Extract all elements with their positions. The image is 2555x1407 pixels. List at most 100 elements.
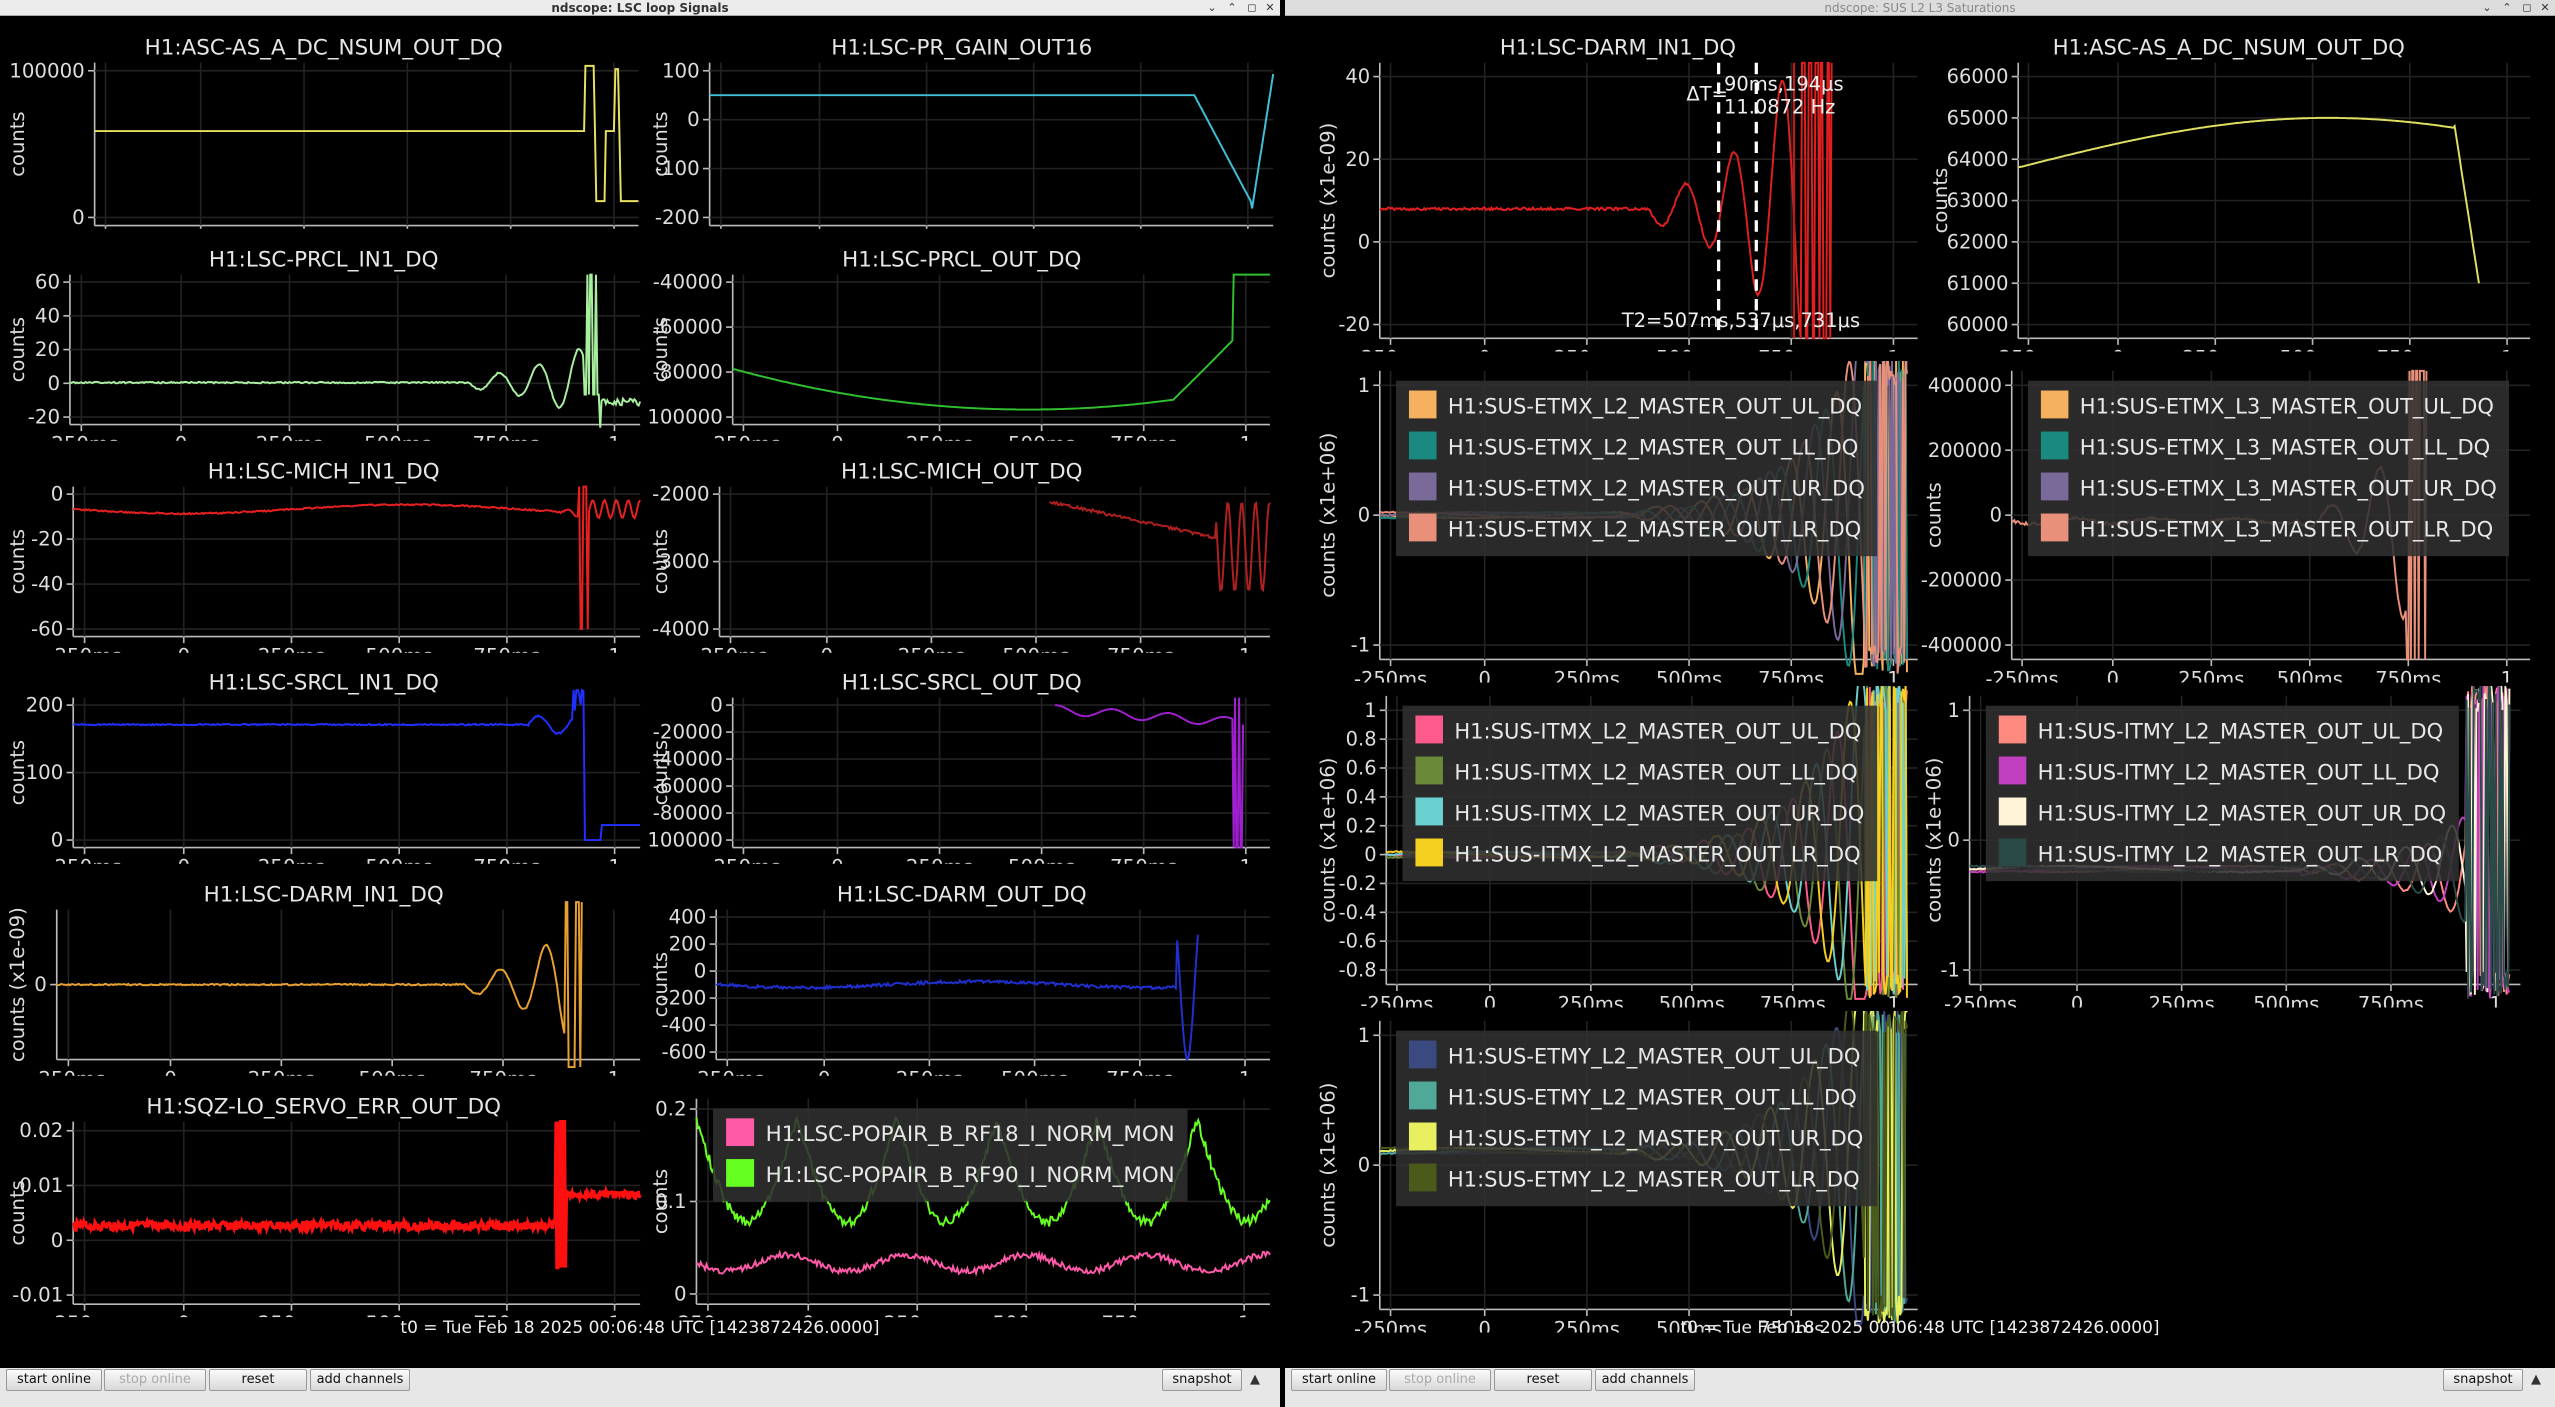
x-tick-label: 250ms [1554, 668, 1620, 683]
plot-panel[interactable]: -250ms 0 250ms 500ms 750ms 1 1 0 -1 counts (x1e+0… [1315, 1010, 1921, 1332]
plot-panel[interactable]: H1:SQZ-LO_SERVO_ERR_OUT_DQ-250ms0250ms50… [4, 1089, 643, 1317]
plot-panel[interactable]: H1:LSC-SRCL_IN1_DQ-250ms0250ms500ms750ms… [4, 665, 643, 864]
plot-svg[interactable]: -250ms0250ms500ms750ms11000000counts [4, 30, 643, 229]
start-online-button[interactable]: start online [1291, 1369, 1387, 1391]
trace-line [732, 273, 1270, 411]
ndscope-window-lsc: ndscope: LSC loop Signals ⌄ ⌃ ◻ ✕ H1:ASC… [0, 0, 1280, 1407]
maximize-up-icon[interactable]: ⌃ [1224, 0, 1240, 16]
expand-arrow-icon[interactable]: ▲ [1250, 1372, 1260, 1387]
maximize-up-icon[interactable]: ⌃ [2499, 0, 2515, 16]
plot-legend[interactable]: H1:SUS-ITMX_L2_MASTER_OUT_UL_DQ H1:SUS-IT… [1402, 705, 1878, 881]
legend-item[interactable]: H1:SUS-ETMX_L3_MASTER_OUT_LL_DQ [2040, 428, 2497, 469]
t0-label: t0 = Tue Feb 18 2025 00:06:48 UTC [14238… [1680, 1318, 2160, 1338]
x-tick-label: 250ms [1554, 346, 1620, 351]
plot-legend[interactable]: H1:SUS-ITMY_L2_MASTER_OUT_UL_DQ H1:SUS-IT… [1985, 705, 2459, 881]
plot-svg[interactable]: -250ms0250ms500ms750ms10counts (x1e-09) [4, 877, 643, 1076]
y-tick-label: 200 [668, 933, 706, 956]
restore-icon[interactable]: ◻ [1244, 0, 1260, 16]
plot-panel[interactable]: H1:LSC-DARM_IN1_DQ-250ms0250ms500ms750ms… [1315, 30, 1921, 351]
plot-panel[interactable]: -250ms 0 250ms 500ms 750ms 1 1 0 -1 counts (x1e+0… [1315, 361, 1921, 683]
close-icon[interactable]: ✕ [2537, 0, 2553, 16]
plot-svg[interactable]: -250ms 0 250ms 500ms 750ms 1 60 40 20 0 -20 counts [4, 242, 643, 441]
legend-item[interactable]: H1:SUS-ITMY_L2_MASTER_OUT_UL_DQ [1998, 712, 2446, 753]
legend-item[interactable]: H1:SUS-ITMX_L2_MASTER_OUT_LR_DQ [1415, 835, 1864, 876]
plot-panel[interactable]: H1:LSC-MICH_IN1_DQ-250ms0250ms500ms750ms… [4, 454, 643, 653]
y-tick-label: 0 [1358, 504, 1370, 527]
plot-panel[interactable]: H1:LSC-PRCL_IN1_DQ-250ms0250ms500ms750ms… [4, 242, 643, 441]
plot-panel[interactable]: -250ms0250ms500ms750ms10.20.10countsH1:L… [647, 1089, 1277, 1317]
y-axis-label: counts [648, 111, 671, 176]
restore-icon[interactable]: ◻ [2519, 0, 2535, 16]
legend-swatch [1408, 472, 1437, 501]
plot-panel[interactable]: H1:ASC-AS_A_DC_NSUM_OUT_DQ-250ms0250ms50… [4, 30, 643, 229]
legend-item[interactable]: H1:SUS-ETMX_L2_MASTER_OUT_LR_DQ [1408, 510, 1865, 551]
legend-item[interactable]: H1:SUS-ETMY_L2_MASTER_OUT_LR_DQ [1408, 1160, 1863, 1201]
minimize-icon[interactable]: ⌄ [1204, 0, 1220, 16]
minimize-icon[interactable]: ⌄ [2479, 0, 2495, 16]
plot-svg[interactable]: -250ms 0 250ms 500ms 750ms 1 0 -20 -40 -60 counts [4, 454, 643, 653]
reset-button[interactable]: reset [209, 1369, 307, 1391]
plot-svg[interactable]: -250ms0250ms500ms750ms10-20000-40000-600… [647, 665, 1277, 864]
stop-online-button[interactable]: stop online [104, 1369, 206, 1391]
plot-panel[interactable]: H1:LSC-MICH_OUT_DQ-250ms0250ms500ms750ms… [647, 454, 1277, 653]
legend-item[interactable]: H1:SUS-ETMY_L2_MASTER_OUT_UL_DQ [1408, 1037, 1863, 1078]
add-channels-button[interactable]: add channels [310, 1369, 410, 1391]
legend-swatch [1415, 838, 1443, 867]
legend-item[interactable]: H1:SUS-ETMY_L2_MASTER_OUT_UR_DQ [1408, 1119, 1863, 1160]
plot-panel[interactable]: -250ms 0 250ms 500ms 750ms 1 1 0 -1 counts (x1e+0… [1921, 685, 2537, 1007]
plot-svg[interactable]: -250ms 0 250ms 500ms 750ms 1 200 100 0 counts [4, 665, 643, 864]
legend-item[interactable]: H1:LSC-POPAIR_B_RF90_I_NORM_MON [725, 1156, 1175, 1197]
legend-item[interactable]: H1:SUS-ITMY_L2_MASTER_OUT_UR_DQ [1998, 794, 2446, 835]
plot-svg[interactable]: -250ms 0 250ms 500ms 750ms 1 66000 65000 64000 63… [1921, 30, 2537, 351]
legend-item[interactable]: H1:SUS-ITMY_L2_MASTER_OUT_LR_DQ [1998, 835, 2446, 876]
plot-svg[interactable]: -250ms0250ms500ms750ms10.020.010-0.01cou… [4, 1089, 643, 1317]
snapshot-button[interactable]: snapshot [2443, 1369, 2523, 1391]
legend-item[interactable]: H1:SUS-ETMX_L3_MASTER_OUT_UL_DQ [2040, 387, 2497, 428]
snapshot-button[interactable]: snapshot [1162, 1369, 1242, 1391]
cursor-delta-value: 90ms,194μs [1723, 72, 1844, 96]
legend-item[interactable]: H1:SUS-ETMX_L2_MASTER_OUT_UL_DQ [1408, 387, 1865, 428]
window-titlebar[interactable]: ndscope: SUS L2 L3 Saturations ⌄ ⌃ ◻ ✕ [1285, 0, 2555, 16]
plot-panel[interactable]: -250ms 0 250ms 500ms 750ms 1 400000 200000 0 -200… [1921, 361, 2537, 683]
plot-panel[interactable]: H1:LSC-DARM_OUT_DQ-250ms0250ms500ms750ms… [647, 877, 1277, 1076]
x-tick-label: 0 [177, 644, 190, 652]
plot-legend[interactable]: H1:LSC-POPAIR_B_RF18_I_NORM_MON H1:LSC-PO… [712, 1108, 1188, 1202]
plot-panel[interactable]: H1:LSC-PR_GAIN_OUT16-250ms0250ms500ms750… [647, 30, 1277, 229]
plot-svg[interactable]: -250ms0250ms500ms750ms1-2000-3000-4000co… [647, 454, 1277, 653]
legend-item[interactable]: H1:SUS-ETMX_L3_MASTER_OUT_UR_DQ [2040, 469, 2497, 510]
plot-svg[interactable]: -250ms0250ms500ms750ms11000-100-200count… [647, 30, 1277, 229]
y-tick-label: 60 [35, 270, 60, 293]
legend-item[interactable]: H1:SUS-ETMX_L3_MASTER_OUT_LR_DQ [2040, 510, 2497, 551]
y-tick-label: 200 [26, 694, 64, 717]
stop-online-button[interactable]: stop online [1389, 1369, 1491, 1391]
window-titlebar[interactable]: ndscope: LSC loop Signals ⌄ ⌃ ◻ ✕ [0, 0, 1280, 16]
close-icon[interactable]: ✕ [1262, 0, 1278, 16]
legend-label: H1:LSC-POPAIR_B_RF90_I_NORM_MON [765, 1164, 1175, 1189]
plot-panel[interactable]: H1:LSC-DARM_IN1_DQ-250ms0250ms500ms750ms… [4, 877, 643, 1076]
reset-button[interactable]: reset [1494, 1369, 1592, 1391]
plot-svg[interactable]: -250ms0250ms500ms750ms1-40000-60000-8000… [647, 242, 1277, 441]
plot-svg[interactable]: -250ms0250ms500ms750ms14002000-200-400-6… [647, 877, 1277, 1076]
plot-panel[interactable]: H1:LSC-PRCL_OUT_DQ-250ms0250ms500ms750ms… [647, 242, 1277, 441]
add-channels-button[interactable]: add channels [1595, 1369, 1695, 1391]
legend-item[interactable]: H1:SUS-ETMX_L2_MASTER_OUT_LL_DQ [1408, 428, 1865, 469]
legend-item[interactable]: H1:SUS-ETMY_L2_MASTER_OUT_LL_DQ [1408, 1078, 1863, 1119]
plot-panel[interactable]: H1:ASC-AS_A_DC_NSUM_OUT_DQ-250ms0250ms50… [1921, 30, 2537, 351]
y-tick-label: 0 [47, 372, 60, 395]
legend-item[interactable]: H1:SUS-ITMY_L2_MASTER_OUT_LL_DQ [1998, 753, 2446, 794]
legend-item[interactable]: H1:SUS-ETMX_L2_MASTER_OUT_UR_DQ [1408, 469, 1865, 510]
plot-legend[interactable]: H1:SUS-ETMX_L2_MASTER_OUT_UL_DQ H1:SUS-ET… [1395, 380, 1878, 557]
plot-panel[interactable]: H1:LSC-SRCL_OUT_DQ-250ms0250ms500ms750ms… [647, 665, 1277, 864]
x-tick-label: 250ms [2148, 992, 2214, 1007]
plot-panel[interactable]: -250ms 0 250ms 500ms 750ms 1 1 0.8 0.6 0.4 0.2 0 -0.… [1315, 685, 1921, 1007]
legend-item[interactable]: H1:SUS-ITMX_L2_MASTER_OUT_UR_DQ [1415, 794, 1864, 835]
start-online-button[interactable]: start online [6, 1369, 102, 1391]
plot-legend[interactable]: H1:SUS-ETMY_L2_MASTER_OUT_UL_DQ H1:SUS-ET… [1395, 1030, 1877, 1206]
expand-arrow-icon[interactable]: ▲ [2531, 1372, 2541, 1387]
legend-item[interactable]: H1:SUS-ITMX_L2_MASTER_OUT_LL_DQ [1415, 753, 1864, 794]
legend-item[interactable]: H1:LSC-POPAIR_B_RF18_I_NORM_MON [725, 1115, 1175, 1156]
plot-legend[interactable]: H1:SUS-ETMX_L3_MASTER_OUT_UL_DQ H1:SUS-ET… [2027, 380, 2510, 557]
x-tick-label: -250ms [1354, 346, 1427, 351]
legend-label: H1:LSC-POPAIR_B_RF18_I_NORM_MON [765, 1123, 1175, 1148]
legend-item[interactable]: H1:SUS-ITMX_L2_MASTER_OUT_UL_DQ [1415, 712, 1864, 753]
